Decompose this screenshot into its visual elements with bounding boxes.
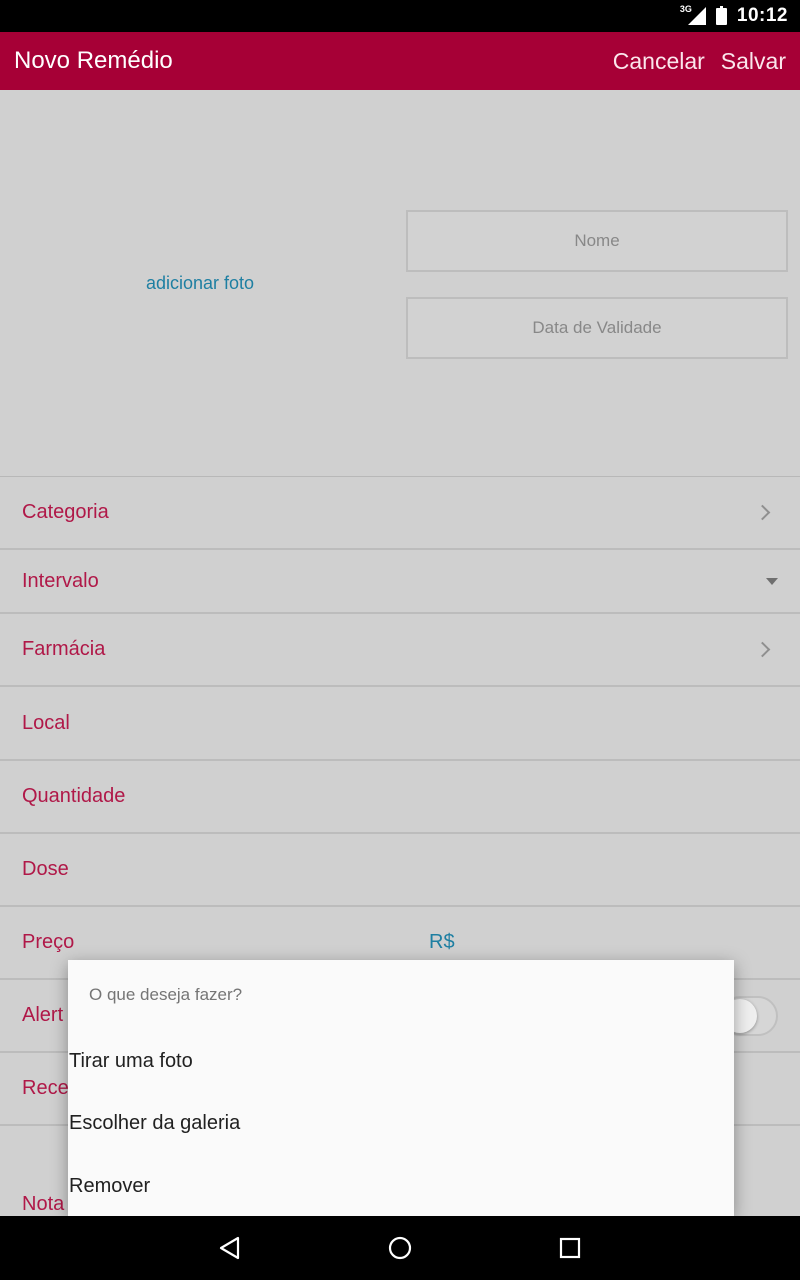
take-photo-option[interactable]: Tirar uma foto — [69, 1050, 193, 1073]
signal-icon: 3G — [680, 4, 706, 25]
remove-photo-option[interactable]: Remover — [69, 1175, 150, 1198]
add-photo-button[interactable]: adicionar foto — [146, 273, 254, 294]
category-row[interactable]: Categoria — [0, 477, 800, 550]
pharmacy-row[interactable]: Farmácia — [0, 614, 800, 687]
screen: 3G 10:12 Novo Remédio Cancelar Salvar ad… — [0, 0, 800, 1280]
validity-date-placeholder: Data de Validade — [532, 318, 662, 337]
name-placeholder: Nome — [574, 231, 620, 250]
page-title: Novo Remédio — [14, 47, 173, 74]
alert-label: Alert — [22, 1004, 64, 1026]
chevron-right-icon — [754, 641, 771, 658]
dropdown-arrow-icon — [766, 577, 778, 585]
quantity-row[interactable]: Quantidade — [0, 761, 800, 834]
chevron-right-icon — [754, 504, 771, 521]
interval-row[interactable]: Intervalo — [0, 550, 800, 614]
battery-icon — [715, 5, 727, 25]
notes-label: Nota — [22, 1193, 65, 1215]
category-label: Categoria — [22, 501, 109, 523]
validity-date-field[interactable]: Data de Validade — [406, 297, 788, 359]
dose-row[interactable]: Dose — [0, 834, 800, 907]
quantity-label: Quantidade — [22, 785, 126, 807]
pharmacy-label: Farmácia — [22, 638, 106, 660]
photo-options-dialog: O que deseja fazer? Tirar uma foto Escol… — [68, 960, 734, 1216]
name-field[interactable]: Nome — [406, 210, 788, 272]
clock: 10:12 — [736, 5, 788, 26]
cancel-button[interactable]: Cancelar — [613, 48, 705, 75]
back-triangle-icon[interactable] — [218, 1236, 242, 1260]
photo-area: adicionar foto Nome Data de Validade — [0, 90, 800, 477]
home-circle-icon[interactable] — [388, 1236, 412, 1260]
app-bar: Novo Remédio Cancelar Salvar — [0, 32, 800, 90]
dose-label: Dose — [22, 858, 69, 880]
location-label: Local — [22, 711, 70, 734]
interval-label: Intervalo — [22, 569, 99, 592]
price-currency: R$ — [429, 931, 455, 953]
choose-from-gallery-option[interactable]: Escolher da galeria — [69, 1112, 240, 1135]
dialog-title: O que deseja fazer? — [89, 985, 243, 1004]
price-label: Preço — [22, 931, 75, 953]
recents-square-icon[interactable] — [558, 1236, 582, 1260]
status-bar: 3G 10:12 — [0, 0, 800, 32]
location-row[interactable]: Local — [0, 687, 800, 761]
save-button[interactable]: Salvar — [721, 48, 786, 75]
prescription-label: Rece — [22, 1077, 69, 1099]
navigation-bar — [0, 1216, 800, 1280]
app-bar-actions: Cancelar Salvar — [613, 48, 786, 75]
